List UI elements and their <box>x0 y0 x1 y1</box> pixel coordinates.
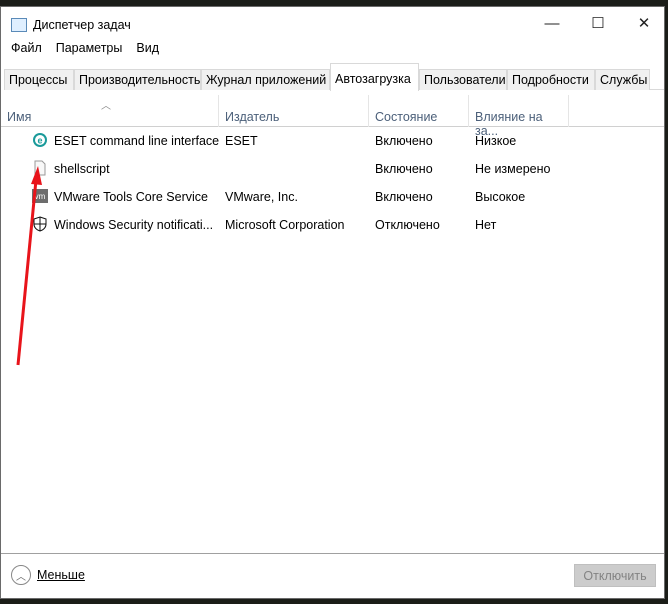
red-arrow-annotation <box>16 166 42 366</box>
